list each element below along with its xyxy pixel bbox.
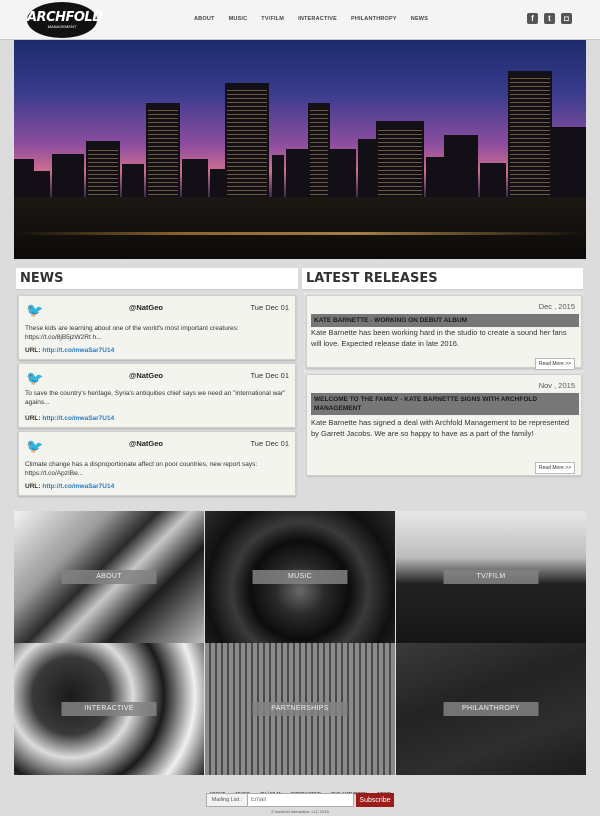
twitter-bird-icon: 🐦 xyxy=(26,302,44,318)
nav-about[interactable]: ABOUT xyxy=(194,16,215,22)
nav-music[interactable]: MUSIC xyxy=(229,16,248,22)
twitter-bird-icon: 🐦 xyxy=(26,370,44,386)
tile-label: PHILANTHROPY xyxy=(443,702,539,716)
tweet-date: Tue Dec 01 xyxy=(250,371,290,380)
category-tiles: ABOUT MUSIC TV/FILM INTERACTIVE PARTNERS… xyxy=(14,511,586,775)
tile-label: PARTNERSHIPS xyxy=(252,702,348,716)
tweet-url-row: URL: http://t.co/mwaSar7U14 xyxy=(25,347,114,354)
tweet-card: 🐦 @NatGeo Tue Dec 01 These kids are lear… xyxy=(18,295,296,360)
tweet-url-link[interactable]: http://t.co/mwaSar7U14 xyxy=(42,347,114,354)
tweet-url-label: URL: xyxy=(25,415,41,422)
nav-tv-film[interactable]: TV/FILM xyxy=(261,16,284,22)
release-text: Kate Barnette has been working hard in t… xyxy=(311,328,567,348)
latest-releases-heading: LATEST RELEASES xyxy=(302,268,583,290)
tweet-handle[interactable]: @NatGeo xyxy=(129,371,163,380)
archfold-logo[interactable]: ARCHFOLD MANAGEMENT xyxy=(27,2,103,38)
tweet-url-label: URL: xyxy=(25,347,41,354)
release-date: Nov , 2015 xyxy=(538,381,575,390)
tweet-card: 🐦 @NatGeo Tue Dec 01 Climate change has … xyxy=(18,431,296,496)
news-feed: 🐦 @NatGeo Tue Dec 01 These kids are lear… xyxy=(16,292,298,497)
tweet-date: Tue Dec 01 xyxy=(250,303,290,312)
mailing-list-label: Mailing List : xyxy=(206,793,248,807)
tweet-url-label: URL: xyxy=(25,483,41,490)
release-card: Nov , 2015 WELCOME TO THE FAMILY - KATE … xyxy=(306,374,582,476)
hero-city-skyline-image xyxy=(14,40,586,259)
tweet-text: To save the country's heritage, Syria's … xyxy=(25,390,286,406)
release-title[interactable]: WELCOME TO THE FAMILY - KATE BARNETTE SI… xyxy=(311,393,579,415)
nav-news[interactable]: NEWS xyxy=(411,16,428,22)
tile-label: INTERACTIVE xyxy=(61,702,157,716)
logo-subtext: MANAGEMENT xyxy=(47,24,77,29)
site-header: ARCHFOLD MANAGEMENT ABOUT MUSIC TV/FILM … xyxy=(0,0,600,40)
read-more-button[interactable]: Read More >> xyxy=(535,462,575,474)
latest-releases-list: Dec , 2015 KATE BARNETTE - WORKING ON DE… xyxy=(304,292,583,478)
tweet-card: 🐦 @NatGeo Tue Dec 01 To save the country… xyxy=(18,363,296,428)
release-card: Dec , 2015 KATE BARNETTE - WORKING ON DE… xyxy=(306,295,582,370)
main-nav: ABOUT MUSIC TV/FILM INTERACTIVE PHILANTH… xyxy=(194,16,442,22)
tweet-url-row: URL: http://t.co/mwaSar7U14 xyxy=(25,415,114,422)
email-field[interactable] xyxy=(248,793,354,807)
instagram-icon[interactable]: ◘ xyxy=(561,13,572,24)
tweet-text: Climate change has a disproportionate af… xyxy=(25,461,258,477)
subscribe-button[interactable]: Subscribe xyxy=(356,793,394,807)
facebook-icon[interactable]: f xyxy=(527,13,538,24)
twitter-bird-icon: 🐦 xyxy=(26,438,44,454)
social-links: f t ◘ xyxy=(527,13,572,24)
tweet-url-row: URL: http://t.co/mwaSar7U14 xyxy=(25,483,114,490)
tile-partnerships[interactable]: PARTNERSHIPS xyxy=(205,643,395,775)
tile-label: ABOUT xyxy=(61,570,157,584)
tile-label: TV/FILM xyxy=(443,570,539,584)
tweet-url-link[interactable]: http://t.co/mwaSar7U14 xyxy=(42,415,114,422)
tweet-date: Tue Dec 01 xyxy=(250,439,290,448)
tile-about[interactable]: ABOUT xyxy=(14,511,204,643)
tile-label: MUSIC xyxy=(252,570,348,584)
news-heading: NEWS xyxy=(16,268,298,290)
logo-text: ARCHFOLD xyxy=(27,10,103,25)
copyright-text: © Archfold Interactive, LLC 2015 xyxy=(271,809,329,814)
tweet-text: These kids are learning about one of the… xyxy=(25,325,239,341)
release-date: Dec , 2015 xyxy=(538,302,575,311)
tile-interactive[interactable]: INTERACTIVE xyxy=(14,643,204,775)
tweet-handle[interactable]: @NatGeo xyxy=(129,439,163,448)
tweet-handle[interactable]: @NatGeo xyxy=(129,303,163,312)
twitter-icon[interactable]: t xyxy=(544,13,555,24)
tile-tv-film[interactable]: TV/FILM xyxy=(396,511,586,643)
tile-music[interactable]: MUSIC xyxy=(205,511,395,643)
mailing-list-form: Mailing List : Subscribe xyxy=(206,793,394,807)
read-more-button[interactable]: Read More >> xyxy=(535,358,575,370)
release-text: Kate Barnette has signed a deal with Arc… xyxy=(311,418,570,438)
tile-philanthropy[interactable]: PHILANTHROPY xyxy=(396,643,586,775)
nav-interactive[interactable]: INTERACTIVE xyxy=(298,16,337,22)
tweet-url-link[interactable]: http://t.co/mwaSar7U14 xyxy=(42,483,114,490)
release-title[interactable]: KATE BARNETTE - WORKING ON DEBUT ALBUM xyxy=(311,314,579,327)
nav-philanthropy[interactable]: PHILANTHROPY xyxy=(351,16,397,22)
